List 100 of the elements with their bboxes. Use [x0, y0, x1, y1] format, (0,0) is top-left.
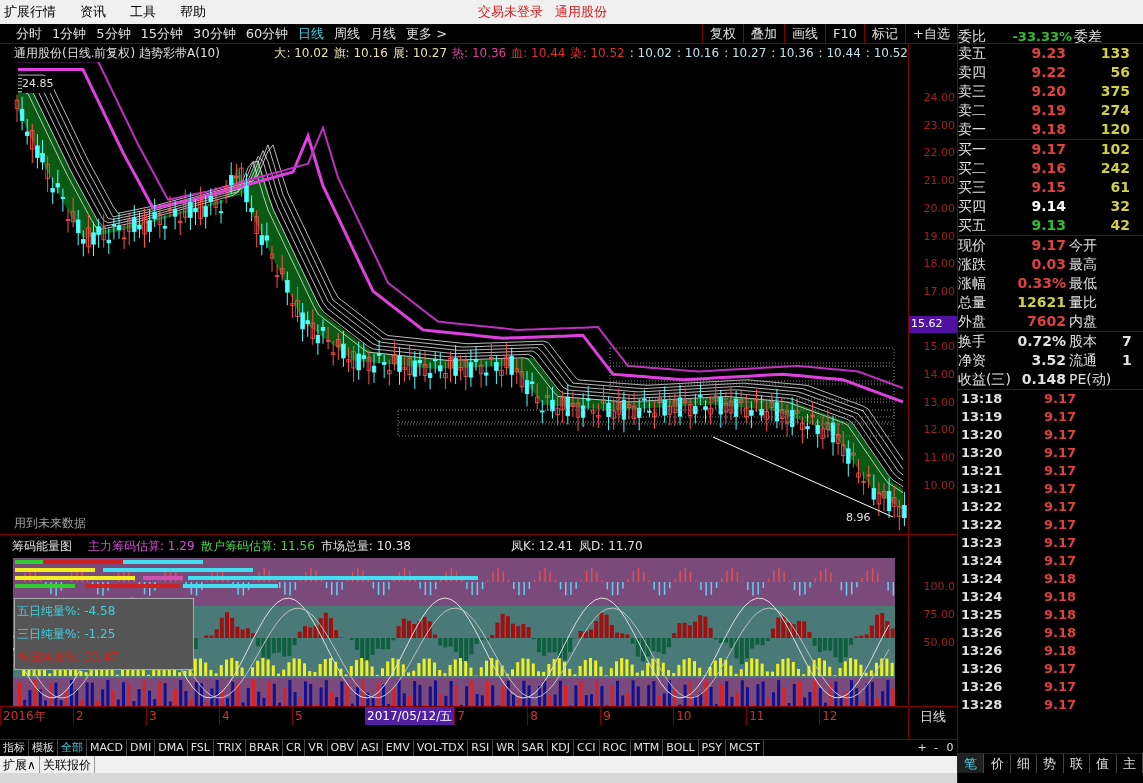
quote-label: 净资: [958, 351, 987, 370]
tick-price: 9.17: [1042, 480, 1076, 498]
order-volume: 242: [1099, 159, 1130, 178]
period-tab[interactable]: 5分钟: [96, 23, 131, 44]
period-tab[interactable]: 30分钟: [193, 23, 236, 44]
legend-value: : 10.52: [865, 45, 908, 62]
period-tab[interactable]: 日线: [298, 23, 325, 44]
order-label: 卖一: [958, 120, 987, 139]
period-tab[interactable]: 1分钟: [52, 23, 87, 44]
chart-note: 用到未来数据: [14, 515, 86, 532]
menu-item[interactable]: 资讯: [80, 2, 106, 22]
quote-tab[interactable]: 势: [1037, 754, 1064, 773]
tick-price: 9.17: [1042, 462, 1076, 480]
axis-label: 20.00: [923, 200, 955, 217]
quote-tab[interactable]: 细: [1010, 754, 1038, 773]
order-volume: 375: [1099, 82, 1130, 101]
period-tab[interactable]: 60分钟: [245, 23, 289, 44]
quote-value: 3.52: [1030, 351, 1066, 370]
tick-price: 9.17: [1042, 534, 1076, 552]
legend-value: : 10.02: [629, 45, 672, 62]
tick-price: 9.17: [1042, 498, 1076, 516]
quote-tab[interactable]: 笔: [958, 754, 985, 773]
toolbar-button[interactable]: +自选: [905, 24, 957, 43]
stats-value: 三日纯量%: -1.25: [17, 626, 117, 643]
legend-value: 展: 10.27: [392, 45, 448, 62]
quote-label: 收益(三): [958, 370, 1012, 389]
zoom-button[interactable]: +: [915, 739, 929, 757]
date-label: 10: [673, 706, 747, 725]
order-price: 9.13: [1030, 216, 1066, 235]
order-volume: 61: [1109, 178, 1130, 197]
quote-label: 涨幅: [958, 274, 987, 293]
stats-value: 当日纯量%: 33.47: [17, 649, 120, 667]
axis-label: 23.00: [923, 117, 955, 134]
status-notice: 交易未登录: [478, 3, 543, 22]
quote-label: 外盘: [958, 312, 987, 331]
toolbar-button[interactable]: 叠加: [743, 24, 785, 43]
quote-label: 股本: [1068, 332, 1098, 351]
tick-time: 13:26: [960, 624, 1004, 642]
period-tab[interactable]: 分时: [16, 23, 42, 44]
tick-price: 9.17: [1042, 516, 1076, 534]
period-tab[interactable]: 月线: [370, 23, 397, 44]
order-label: 买三: [958, 178, 987, 197]
order-price: 9.19: [1030, 101, 1066, 120]
status-notice: 通用股份: [555, 3, 607, 22]
period-label: 日线: [909, 706, 957, 724]
tick-price: 9.17: [1042, 390, 1076, 408]
quote-label: 委差: [1073, 27, 1102, 46]
date-label: 2: [73, 706, 146, 725]
date-label: 2016年: [0, 706, 73, 725]
zoom-button[interactable]: 0: [943, 739, 957, 757]
tick-price: 9.18: [1042, 606, 1076, 624]
toolbar-button[interactable]: 标记: [864, 24, 906, 43]
quote-tab[interactable]: 值: [1090, 754, 1117, 773]
order-volume: 120: [1099, 120, 1130, 139]
toolbar-button[interactable]: 画线: [784, 24, 826, 43]
chart-title: 通用股份(日线.前复权) 趋势彩带A(10): [13, 45, 221, 62]
tick-price: 9.18: [1042, 642, 1076, 660]
tick-time: 13:24: [960, 588, 1004, 606]
quote-label: 今开: [1068, 236, 1097, 255]
period-tab[interactable]: 更多 >: [406, 23, 448, 44]
date-label: 9: [600, 706, 674, 725]
toolbar-button[interactable]: F10: [825, 24, 865, 43]
tick-price: 9.17: [1042, 660, 1076, 678]
order-label: 买四: [958, 197, 987, 216]
quote-value: 12621: [1016, 293, 1066, 312]
menu-item[interactable]: 帮助: [180, 2, 206, 22]
axis-label: 11.00: [923, 450, 955, 467]
axis-label: 75.00: [923, 607, 955, 623]
quote-label: 内盘: [1068, 312, 1097, 331]
legend-value: : 10.27: [724, 45, 767, 62]
low-price-label: 8.96: [846, 510, 871, 526]
zoom-button[interactable]: -: [929, 739, 943, 757]
quote-value: 7: [1122, 332, 1132, 351]
menu-item[interactable]: 工具: [130, 2, 156, 22]
quote-tab[interactable]: 联: [1063, 754, 1091, 773]
quote-label: 涨跌: [958, 255, 987, 274]
toolbar-button[interactable]: 复权: [702, 24, 744, 43]
axis-label: 19.00: [923, 228, 955, 245]
order-volume: 102: [1099, 140, 1130, 159]
axis-label: 100.0: [923, 579, 955, 595]
tick-time: 13:26: [960, 678, 1004, 696]
order-volume: 42: [1109, 216, 1130, 235]
tick-price: 9.18: [1042, 624, 1076, 642]
indicator-value: 主力筹码估算: 1.29: [88, 537, 195, 555]
quote-value: -33.33%: [1011, 28, 1072, 46]
period-tab[interactable]: 周线: [334, 23, 361, 44]
menu-item[interactable]: 扩展行情: [4, 2, 56, 22]
quote-label: 委比: [958, 27, 987, 46]
legend-value: 大: 10.02: [274, 45, 329, 62]
order-price: 9.23: [1030, 44, 1066, 63]
quote-tab[interactable]: 价: [984, 754, 1011, 773]
legend-value: 染: 10.52: [570, 45, 625, 62]
tick-time: 13:28: [960, 696, 1004, 714]
legend-value: : 10.36: [771, 45, 814, 62]
period-tab[interactable]: 15分钟: [140, 23, 184, 44]
quote-tab[interactable]: 主: [1116, 754, 1143, 773]
legend-value: 热: 10.36: [452, 45, 507, 62]
indicator-value: 市场总量: 10.38: [320, 537, 411, 555]
order-label: 卖三: [958, 82, 987, 101]
indicator-title: 筹码能量图: [11, 537, 73, 555]
